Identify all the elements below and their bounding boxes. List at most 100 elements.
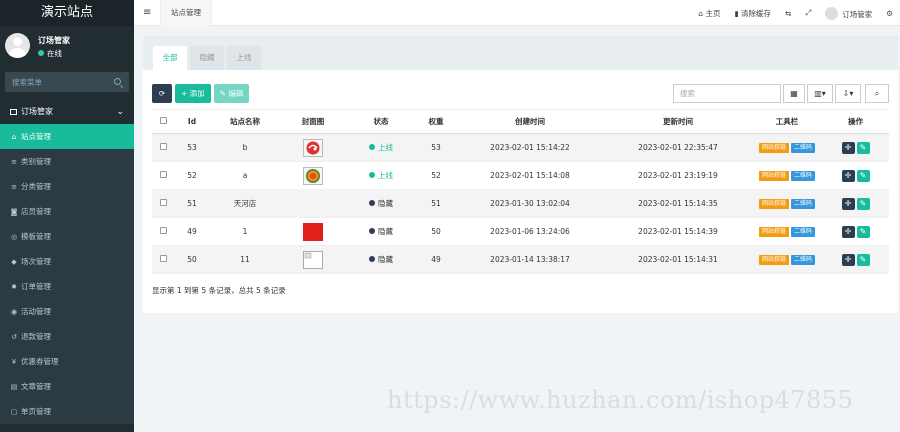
sidebar-item[interactable]: ◆ 场次管理 — [0, 249, 134, 274]
qrcode-button[interactable]: 二维码 — [791, 171, 816, 181]
broken-image-icon[interactable] — [303, 250, 323, 269]
checkbox-icon — [159, 117, 167, 124]
edit-row-icon[interactable]: ✎ — [856, 169, 870, 182]
cell-updated: 2023-02-01 15:14:31 — [604, 245, 752, 274]
sidebar-item[interactable]: ◙ 店员管理 — [0, 199, 134, 224]
sidebar-item[interactable]: ▢ 单页管理 — [0, 399, 134, 424]
link-button[interactable]: 网站获链 — [758, 171, 789, 181]
cell-weight: 52 — [416, 161, 456, 190]
tab-all[interactable]: 全部 — [153, 46, 187, 70]
translate-icon[interactable]: ⇆ — [778, 9, 798, 18]
table-row[interactable]: 51 天河店 隐藏 51 2023-01-30 13:02:04 2023-02-01 1… — [152, 189, 889, 218]
drag-move-icon[interactable]: ✛ — [841, 225, 855, 238]
sidebar-item[interactable]: ◉ 活动管理 — [0, 299, 134, 324]
gear-icon[interactable]: ⚙ — [879, 9, 900, 18]
menu-search-input[interactable] — [5, 72, 129, 92]
print-button[interactable]: ▦ — [783, 84, 805, 103]
columns-button[interactable]: ▥▾ — [807, 84, 833, 103]
cell-status[interactable]: 隐藏 — [346, 217, 416, 246]
row-checkbox[interactable] — [152, 161, 174, 190]
row-checkbox[interactable] — [152, 245, 174, 274]
cover-image[interactable] — [303, 138, 323, 157]
sidebar-item[interactable]: ◎ 模板管理 — [0, 224, 134, 249]
qrcode-button[interactable]: 二维码 — [791, 255, 816, 265]
edit-row-icon[interactable]: ✎ — [856, 197, 870, 210]
site-logo[interactable]: 演示站点 — [0, 0, 134, 26]
main-panel: 全部 隐藏 上线 ⟳ + 添加 ✎ 编辑 ▦ ▥▾ ⇩▾ ⌕ Id 站点名称 封… — [143, 36, 898, 313]
refund-icon: ↺ — [11, 333, 17, 341]
sidebar-item-label: 订单管理 — [21, 282, 51, 291]
edit-row-icon[interactable]: ✎ — [856, 253, 870, 266]
col-name[interactable]: 站点名称 — [210, 109, 280, 134]
table-row[interactable]: 50 11 隐藏 49 2023-01-14 13:38:17 2023-02-01 15… — [152, 245, 889, 274]
export-button[interactable]: ⇩▾ — [835, 84, 861, 103]
drag-move-icon[interactable]: ✛ — [841, 169, 855, 182]
advanced-search-button[interactable]: ⌕ — [865, 84, 889, 103]
col-id[interactable]: Id — [174, 109, 210, 134]
qrcode-button[interactable]: 二维码 — [791, 143, 816, 153]
edit-row-icon[interactable]: ✎ — [856, 225, 870, 238]
cell-status[interactable]: 上线 — [346, 133, 416, 162]
search-icon[interactable] — [114, 78, 121, 85]
drag-move-icon[interactable]: ✛ — [841, 253, 855, 266]
drag-move-icon[interactable]: ✛ — [841, 141, 855, 154]
drag-move-icon[interactable]: ✛ — [841, 197, 855, 210]
top-tab-current[interactable]: 站点管理 — [160, 0, 212, 26]
status-dot-icon — [369, 256, 375, 262]
tab-online[interactable]: 上线 — [227, 46, 261, 70]
table-row[interactable]: 49 1 隐藏 50 2023-01-06 13:24:06 2023-02-01 15:… — [152, 217, 889, 246]
cell-actions: ✛ ✎ — [822, 217, 889, 246]
activity-icon: ◉ — [10, 308, 18, 316]
cell-status[interactable]: 上线 — [346, 161, 416, 190]
col-updated[interactable]: 更新时间 — [604, 109, 752, 134]
link-button[interactable]: 网站获链 — [758, 255, 789, 265]
status-dot-icon — [369, 144, 375, 150]
online-dot-icon — [38, 50, 44, 56]
fullscreen-icon[interactable]: ⤢ — [798, 8, 818, 18]
row-checkbox[interactable] — [152, 133, 174, 162]
qrcode-button[interactable]: 二维码 — [791, 199, 816, 209]
hamburger-menu-icon[interactable]: ≡ — [143, 8, 151, 18]
cell-actions: ✛ ✎ — [822, 161, 889, 190]
col-weight[interactable]: 权重 — [416, 109, 456, 134]
row-checkbox[interactable] — [152, 189, 174, 218]
select-all-checkbox[interactable] — [152, 109, 174, 134]
link-button[interactable]: 网站获链 — [758, 227, 789, 237]
sidebar-item[interactable]: ¥ 优惠券管理 — [0, 349, 134, 374]
user-icon: ◙ — [10, 208, 18, 216]
cell-id: 50 — [174, 245, 210, 274]
sidebar-item[interactable]: ▤ 文章管理 — [0, 374, 134, 399]
edit-button[interactable]: ✎ 编辑 — [213, 84, 250, 103]
qrcode-button[interactable]: 二维码 — [791, 227, 816, 237]
row-checkbox[interactable] — [152, 217, 174, 246]
cell-status[interactable]: 隐藏 — [346, 245, 416, 274]
user-menu[interactable]: 订场管家 — [818, 6, 879, 20]
home-link[interactable]: ⌂ 主页 — [691, 8, 727, 19]
checkbox-icon — [159, 227, 167, 234]
col-created[interactable]: 创建时间 — [456, 109, 604, 134]
sidebar-item[interactable]: ≡ 类别管理 — [0, 149, 134, 174]
tab-hidden[interactable]: 隐藏 — [190, 46, 224, 70]
col-status: 状态 — [346, 109, 416, 134]
cover-image[interactable] — [303, 222, 323, 241]
menu-group-toggle[interactable]: 订场管家 ⌄ — [0, 100, 134, 124]
sidebar-item-label: 活动管理 — [21, 307, 51, 316]
sidebar-item[interactable]: ≡ 分类管理 — [0, 174, 134, 199]
sidebar-item[interactable]: ↺ 退款管理 — [0, 324, 134, 349]
sidebar-item[interactable]: ⌂ 站点管理 — [0, 124, 134, 149]
cell-status[interactable]: 隐藏 — [346, 189, 416, 218]
top-avatar — [825, 6, 839, 20]
sidebar-item[interactable]: ✹ 订单管理 — [0, 274, 134, 299]
link-button[interactable]: 网站获链 — [758, 143, 789, 153]
cover-image[interactable] — [303, 166, 323, 185]
table-row[interactable]: 53 b 上线 53 2023-02-01 15:14:22 2023-02-01 22:… — [152, 133, 889, 162]
clear-cache-button[interactable]: ▮ 清除缓存 — [727, 8, 778, 19]
sidebar-item-label: 退款管理 — [21, 332, 51, 341]
table-search-input[interactable] — [673, 84, 781, 103]
article-icon: ▤ — [10, 383, 18, 391]
edit-row-icon[interactable]: ✎ — [856, 141, 870, 154]
link-button[interactable]: 网站获链 — [758, 199, 789, 209]
refresh-button[interactable]: ⟳ — [152, 84, 172, 103]
table-row[interactable]: 52 a 上线 52 2023-02-01 15:14:08 2023-02-01 23:… — [152, 161, 889, 190]
add-button[interactable]: + 添加 — [175, 84, 211, 103]
